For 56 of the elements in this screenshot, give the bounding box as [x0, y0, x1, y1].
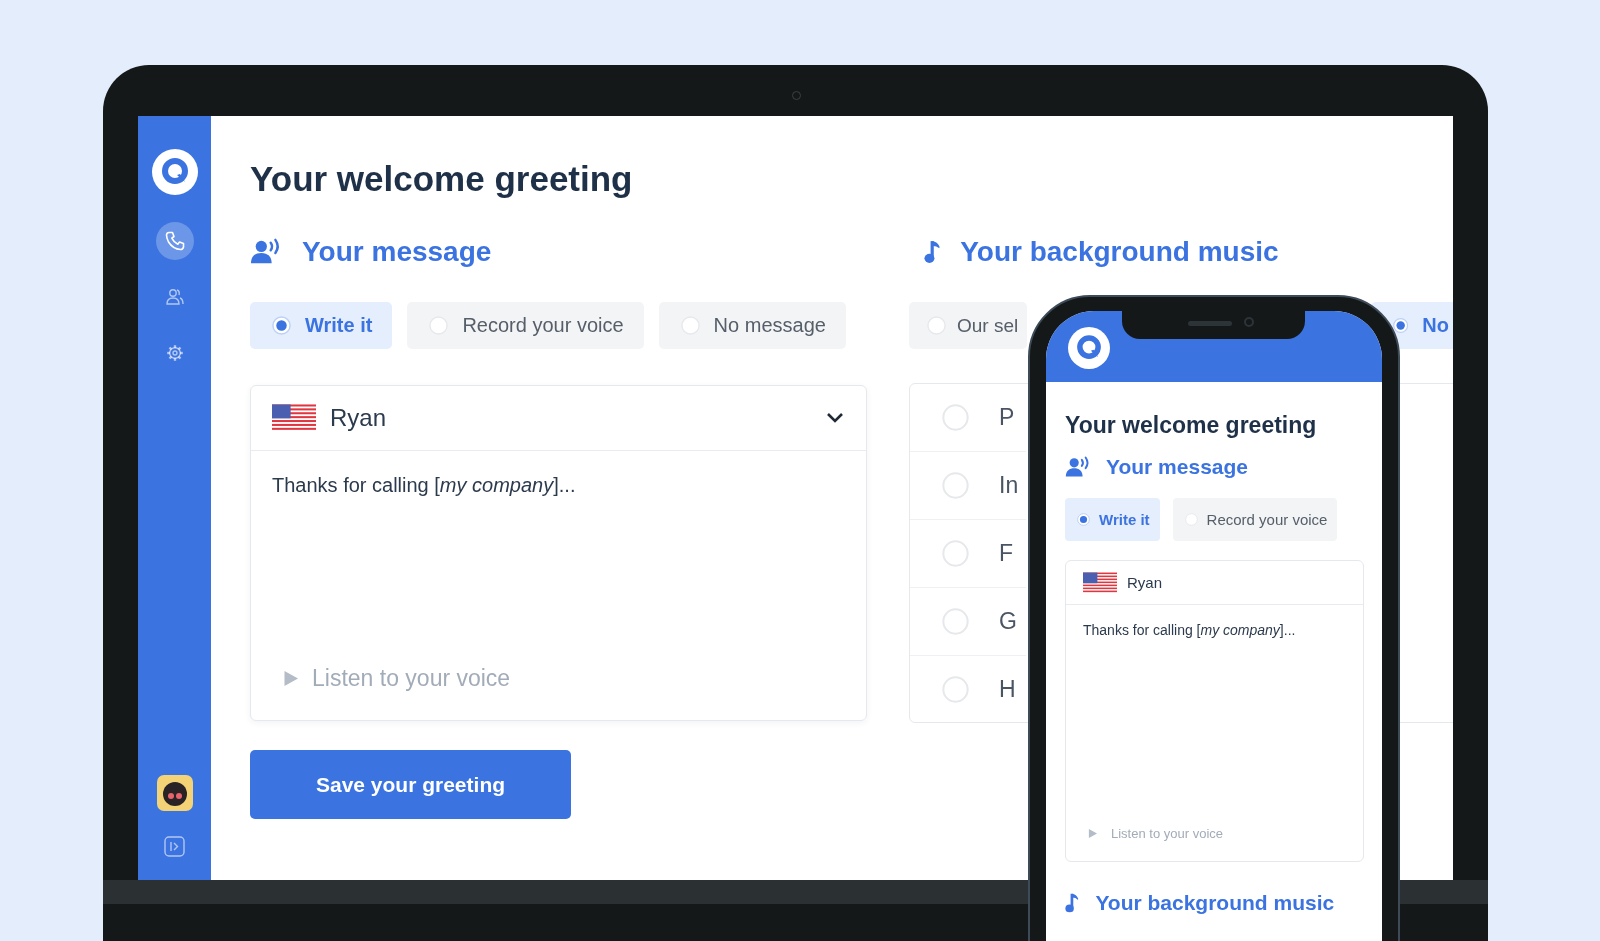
expand-icon[interactable]: [164, 836, 185, 857]
people-icon: [165, 288, 184, 306]
logo-icon: [1068, 327, 1110, 369]
option-label: Write it: [305, 314, 373, 337]
section-heading: Your background music: [960, 236, 1279, 268]
save-button[interactable]: Save your greeting: [250, 750, 571, 819]
option-label: Our sel: [957, 314, 1019, 337]
section-heading: Your message: [1106, 455, 1248, 479]
track-option[interactable]: P: [910, 384, 1026, 452]
play-icon: [283, 671, 298, 686]
message-field[interactable]: Thanks for calling [my company]...: [1066, 605, 1363, 655]
flag-icon: [1083, 571, 1117, 594]
logo-icon: [151, 149, 198, 195]
radio-icon: [942, 676, 969, 703]
page-title: Your welcome greeting: [250, 158, 634, 200]
radio-icon: [680, 316, 700, 335]
page-title: Your welcome greeting: [1065, 411, 1318, 440]
radio-icon: [927, 316, 946, 335]
option-tab[interactable]: Our sel: [909, 302, 1027, 349]
settings-icon: [165, 344, 184, 362]
option-tab[interactable]: Write it: [1065, 498, 1160, 541]
option-tab[interactable]: Record your voice: [1172, 498, 1338, 541]
avatar-icon[interactable]: [156, 775, 193, 811]
radio-icon: [942, 608, 969, 635]
nav-item[interactable]: [155, 222, 194, 260]
radio-icon: [1077, 513, 1090, 526]
track-option[interactable]: G: [910, 588, 1026, 656]
track-option[interactable]: H: [910, 656, 1026, 722]
voice-select[interactable]: Ryan: [1066, 561, 1363, 605]
option-tab[interactable]: No message: [658, 302, 846, 349]
option-label: Record your voice: [462, 314, 624, 337]
option-label: Record your voice: [1206, 511, 1328, 528]
track-option[interactable]: In: [910, 452, 1026, 520]
radio-icon: [1393, 316, 1409, 335]
track-option[interactable]: F: [910, 520, 1026, 588]
speaking-person-icon: [250, 238, 282, 266]
option-label: Write it: [1099, 511, 1150, 528]
music-note-icon: [1065, 892, 1081, 914]
radio-icon: [272, 316, 291, 335]
section-heading: Your message: [302, 236, 492, 268]
play-icon: [1088, 829, 1097, 838]
radio-icon: [942, 404, 969, 431]
radio-icon: [942, 472, 969, 499]
flag-icon: [272, 404, 316, 432]
option-tab[interactable]: Write it: [250, 302, 393, 349]
section-heading: Your background music: [1095, 891, 1335, 915]
message-field[interactable]: Thanks for calling [my company]...: [251, 451, 866, 519]
phone-icon: [164, 231, 185, 251]
radio-icon: [429, 316, 449, 335]
radio-icon: [942, 540, 969, 567]
voice-select[interactable]: Ryan: [251, 386, 866, 451]
option-label: No message: [713, 314, 826, 337]
option-tab[interactable]: Record your voice: [407, 302, 644, 349]
option-label: No: [1422, 314, 1449, 337]
chevron-down-icon: [826, 412, 844, 424]
speaking-person-icon: [1065, 455, 1091, 479]
